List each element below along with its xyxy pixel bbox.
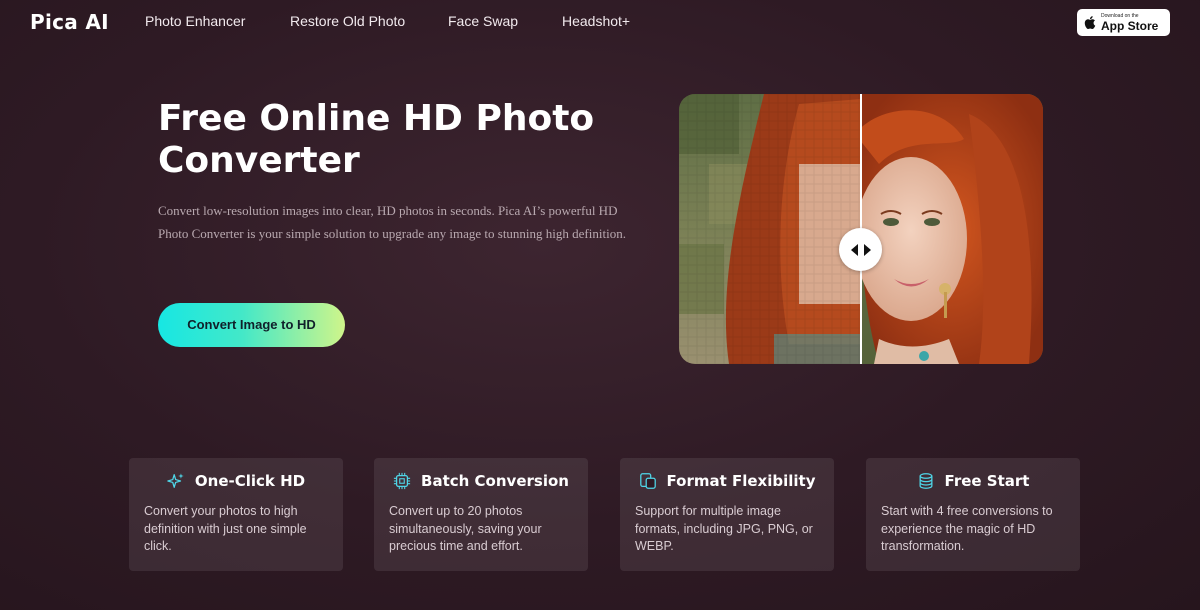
compare-slider-handle[interactable] <box>839 228 882 271</box>
page-title: Free Online HD Photo Converter <box>158 98 595 181</box>
feature-card-header: Free Start <box>866 472 1080 490</box>
logo[interactable]: Pica AI <box>30 10 109 34</box>
feature-card-one-click-hd: One-Click HD Convert your photos to high… <box>129 458 343 571</box>
feature-card-free-start: Free Start Start with 4 free conversions… <box>866 458 1080 571</box>
app-store-button[interactable]: Download on the App Store <box>1077 9 1170 36</box>
feature-text: Support for multiple image formats, incl… <box>635 504 813 553</box>
chip-icon <box>393 472 411 490</box>
feature-text: Convert up to 20 photos simultaneously, … <box>389 504 542 553</box>
convert-image-button[interactable]: Convert Image to HD <box>158 303 345 347</box>
app-store-label: App Store <box>1101 18 1159 33</box>
feature-text: Start with 4 free conversions to experie… <box>881 504 1053 553</box>
feature-card-header: Format Flexibility <box>620 472 834 490</box>
hero-description: Convert low-resolution images into clear… <box>158 203 626 241</box>
app-store-small-label: Download on the <box>1101 12 1139 19</box>
nav-photo-enhancer[interactable]: Photo Enhancer <box>145 13 245 29</box>
top-navigation: Pica AI Photo Enhancer Restore Old Photo… <box>0 0 1200 44</box>
nav-headshot[interactable]: Headshot+ <box>562 13 630 29</box>
format-icon <box>639 473 656 489</box>
feature-title: Batch Conversion <box>421 472 569 490</box>
feature-card-header: One-Click HD <box>129 472 343 490</box>
feature-title: One-Click HD <box>194 472 306 490</box>
feature-title: Free Start <box>944 472 1030 490</box>
nav-face-swap[interactable]: Face Swap <box>448 13 518 29</box>
nav-restore-old-photo[interactable]: Restore Old Photo <box>290 13 405 29</box>
feature-card-batch-conversion: Batch Conversion Convert up to 20 photos… <box>374 458 588 571</box>
feature-title: Format Flexibility <box>666 472 816 490</box>
compare-arrows-icon <box>850 243 871 256</box>
feature-card-format-flexibility: Format Flexibility Support for multiple … <box>620 458 834 571</box>
database-icon <box>919 473 933 489</box>
apple-icon <box>1084 16 1096 30</box>
app-store-text: Download on the App Store <box>1101 12 1159 33</box>
feature-card-header: Batch Conversion <box>374 472 588 490</box>
feature-text: Convert your photos to high definition w… <box>144 504 307 553</box>
sparkle-icon <box>167 473 184 488</box>
